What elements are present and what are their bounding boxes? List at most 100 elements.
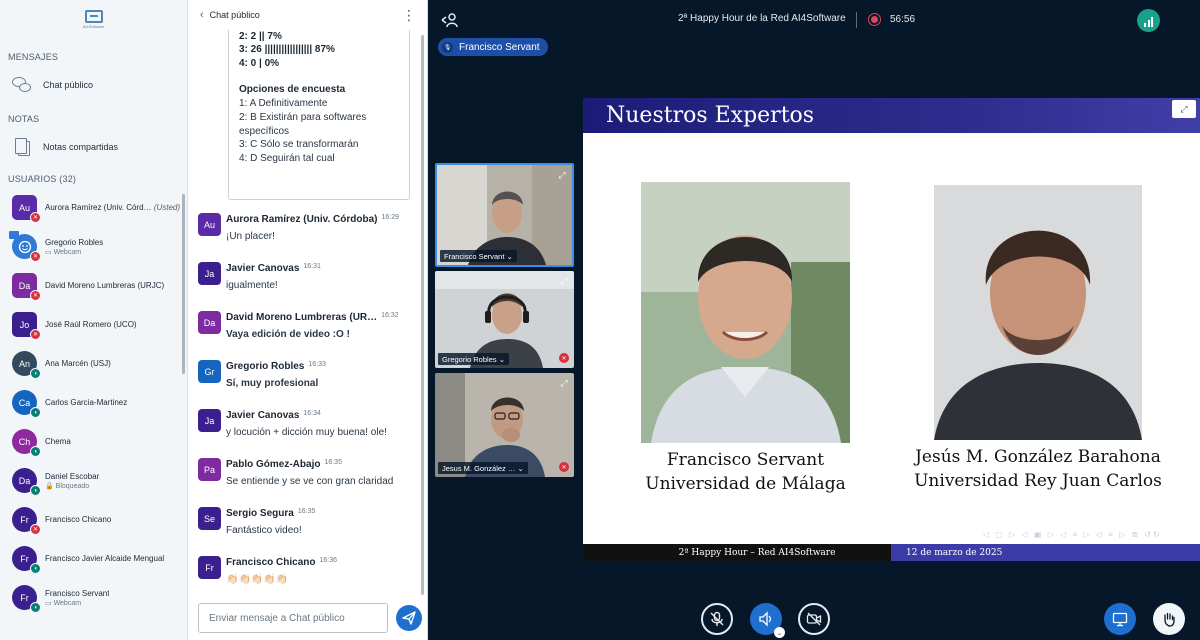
user-list-item[interactable]: Fr ◖ Francisco Servant ▭ Webcam (0, 578, 187, 617)
share-webcam-button[interactable] (798, 603, 830, 635)
user-list-item[interactable]: Fr ✕ Francisco Chicano (0, 500, 187, 539)
muted-mic-icon: ✕ (30, 290, 41, 301)
screen-share-icon (1112, 612, 1128, 627)
user-list-item[interactable]: Ch ◖ Chema (0, 422, 187, 461)
slide-footer-left: 2ª Happy Hour – Red AI4Software (583, 544, 891, 561)
fullscreen-icon[interactable]: ⤢ (1172, 100, 1196, 118)
message-time: 16:32 (381, 312, 399, 319)
shared-notes-item[interactable]: Notas compartidas (0, 130, 187, 164)
expert2-name: Jesús M. González Barahona (915, 447, 1161, 467)
message-avatar-initials: Ja (204, 268, 215, 279)
chat-header: ‹ Chat público ⋮ (188, 0, 427, 30)
avatar-initials: Fr (20, 514, 29, 525)
message-header: Javier Canovas 16:34 (226, 406, 420, 421)
user-list-item[interactable]: Jo ✕ José Raúl Romero (UCO) (0, 305, 187, 344)
microphone-icon: 🎙 (442, 41, 453, 53)
recording-indicator-icon[interactable] (868, 13, 881, 26)
chat-title[interactable]: Chat público (210, 10, 402, 20)
message-author: Aurora Ramírez (Univ. Córdoba) (226, 214, 378, 225)
video-name-label: Jesus M. González … ⌄ (438, 462, 528, 474)
user-list-item[interactable]: ✕ Gregorio Robles ▭ Webcam (0, 227, 187, 266)
message-avatar-initials: Au (203, 219, 215, 230)
expand-icon[interactable]: ⤢ (557, 376, 571, 390)
message-header: Aurora Ramírez (Univ. Córdoba) 16:29 (226, 210, 420, 225)
user-list-scrollbar[interactable] (182, 194, 185, 374)
user-name-text: Carlos Garcia-Martinez (45, 398, 128, 407)
mute-microphone-button[interactable] (701, 603, 733, 635)
user-name-text: Chema (45, 437, 71, 446)
send-message-button[interactable] (396, 605, 422, 631)
shared-notes-label: Notas compartidas (43, 142, 119, 152)
user-name: Daniel Escobar (45, 472, 99, 481)
chat-message: Da David Moreno Lumbreras (UR… 16:32 Vaya e… (188, 308, 420, 357)
users-toggle-icon[interactable] (440, 11, 458, 29)
expert2-affiliation: Universidad Rey Juan Carlos (914, 471, 1162, 491)
presentation-button[interactable] (1104, 603, 1136, 635)
public-chat-item[interactable]: Chat público (0, 68, 187, 102)
user-list-item[interactable]: An ◖ Ana Marcén (USJ) (0, 344, 187, 383)
user-name: Carlos Garcia-Martinez (45, 398, 127, 407)
muted-mic-icon: ✕ (30, 251, 41, 262)
user-name: José Raúl Romero (UCO) (45, 320, 137, 329)
video-name-label: Francisco Servant ⌄ (440, 250, 517, 262)
back-chevron-icon[interactable]: ‹ (200, 9, 204, 21)
raise-hand-button[interactable] (1153, 603, 1185, 635)
user-name: Francisco Chicano (45, 515, 111, 524)
user-text: Gregorio Robles ▭ Webcam (45, 238, 103, 256)
video-tile-jesus-gonzalez[interactable]: ⤢ Jesus M. González … ⌄ ✕ (435, 373, 574, 477)
avatar: Fr ◖ (12, 585, 41, 613)
muted-mic-icon: ✕ (30, 329, 41, 340)
message-avatar: Ja (198, 262, 221, 285)
expert1-photo (641, 182, 850, 443)
chat-scrollbar[interactable] (421, 35, 424, 595)
chat-message: Pa Pablo Gómez-Abajo 16:35 Se entiende y se… (188, 455, 420, 504)
avatar-initials: An (18, 358, 30, 369)
user-list-item[interactable]: Ca ◖ Carlos Garcia-Martinez (0, 383, 187, 422)
avatar: Ca ◖ (12, 390, 41, 418)
user-name-text: Francisco Javier Alcaide Mengual (45, 554, 165, 563)
message-time: 16:35 (324, 459, 342, 466)
message-avatar-initials: Ja (204, 415, 215, 426)
listen-only-icon: ◖ (30, 407, 41, 418)
poll-options-title: Opciones de encuesta (239, 84, 346, 95)
video-tile-francisco-servant[interactable]: ⤢ Francisco Servant ⌄ (435, 163, 574, 267)
camera-off-icon (806, 612, 822, 626)
avatar-initials: Jo (19, 319, 30, 330)
expand-icon[interactable]: ⤢ (557, 274, 571, 288)
connection-status-button[interactable] (1137, 9, 1160, 32)
listen-only-icon: ◖ (30, 602, 41, 613)
message-text: Vaya edición de video :O ! (226, 329, 350, 340)
message-time: 16:31 (303, 263, 321, 270)
user-list-item[interactable]: Da ✕ David Moreno Lumbreras (URJC) (0, 266, 187, 305)
microphone-off-icon (710, 611, 724, 626)
chat-options-icon[interactable]: ⋮ (402, 7, 416, 24)
chevron-down-icon[interactable]: ⌄ (774, 627, 785, 638)
message-author: Javier Canovas (226, 410, 300, 421)
expand-icon[interactable]: ⤢ (555, 168, 569, 182)
notes-section-title: NOTAS (8, 114, 40, 124)
video-name-label: Gregorio Robles ⌄ (438, 353, 509, 365)
message-avatar-initials: Fr (205, 562, 214, 573)
user-list-item[interactable]: Fr ◖ Francisco Javier Alcaide Mengual (0, 539, 187, 578)
muted-mic-icon: ✕ (559, 462, 569, 472)
user-name: Ana Marcén (USJ) (45, 359, 111, 368)
poll-option-line: específicos (239, 125, 290, 137)
user-name-text: Francisco Chicano (45, 515, 112, 524)
audio-button[interactable]: ⌄ (750, 603, 785, 638)
slide-footer: 2ª Happy Hour – Red AI4Software 12 de ma… (583, 544, 1200, 561)
users-section-title: USUARIOS (32) (8, 174, 77, 184)
message-text: 👏🏻👏🏻👏🏻👏🏻👏🏻 (226, 574, 289, 585)
user-text: Daniel Escobar 🔒 Bloqueado (45, 472, 99, 490)
send-icon (402, 611, 416, 625)
user-list-item[interactable]: Au ✕ Aurora Ramírez (Univ. Córd… (Usted) (0, 188, 187, 227)
user-name-text: Aurora Ramírez (Univ. Córd… (45, 203, 152, 212)
message-avatar-initials: Gr (204, 366, 215, 377)
video-tile-gregorio-robles[interactable]: ⤢ Gregorio Robles ⌄ ✕ (435, 271, 574, 368)
webcam-icon: ▭ (45, 599, 54, 607)
chat-message-input[interactable] (198, 603, 388, 633)
message-time: 16:29 (381, 214, 400, 221)
user-name-text: Ana Marcén (USJ) (45, 359, 111, 368)
user-text: Aurora Ramírez (Univ. Córd… (Usted) (45, 203, 180, 212)
talking-indicator: 🎙 Francisco Servant (438, 38, 548, 56)
user-list-item[interactable]: Da ◖ Daniel Escobar 🔒 Bloqueado (0, 461, 187, 500)
